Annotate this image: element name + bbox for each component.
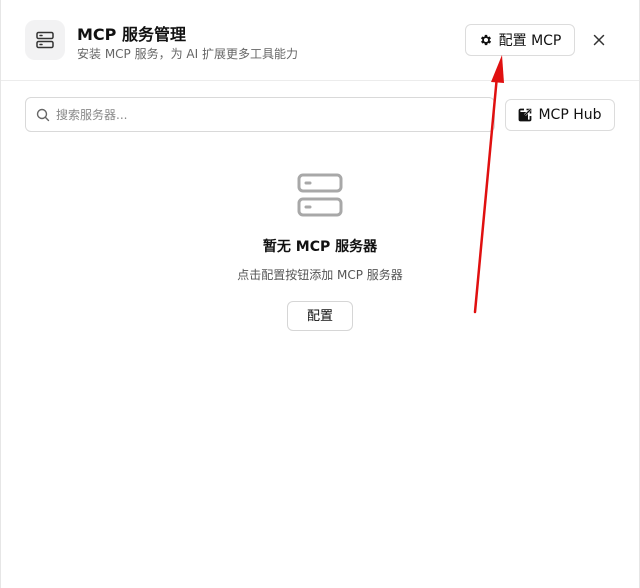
server-icon <box>297 173 343 217</box>
config-mcp-button[interactable]: 配置 MCP <box>465 24 575 56</box>
close-icon <box>593 34 605 46</box>
empty-state-title: 暂无 MCP 服务器 <box>262 239 378 255</box>
search-icon <box>36 108 50 122</box>
search-input[interactable] <box>56 98 486 131</box>
empty-state: 暂无 MCP 服务器 点击配置按钮添加 MCP 服务器 配置 <box>1 172 639 331</box>
empty-state-description: 点击配置按钮添加 MCP 服务器 <box>237 268 403 282</box>
close-button[interactable] <box>587 28 611 52</box>
mcp-hub-button-label: MCP Hub <box>538 107 602 123</box>
gear-icon <box>480 34 491 46</box>
dialog-title: MCP 服务管理 <box>77 25 186 44</box>
header-icon-container <box>25 20 65 60</box>
mcp-hub-button[interactable]: MCP Hub <box>505 99 615 131</box>
dialog-subtitle: 安装 MCP 服务，为 AI 扩展更多工具能力 <box>77 47 298 61</box>
empty-config-button[interactable]: 配置 <box>287 301 353 331</box>
server-icon <box>36 31 54 49</box>
search-box <box>25 97 495 132</box>
external-link-icon <box>519 108 532 122</box>
dialog-header: MCP 服务管理 安装 MCP 服务，为 AI 扩展更多工具能力 配置 MCP <box>1 0 639 81</box>
mcp-dialog: MCP 服务管理 安装 MCP 服务，为 AI 扩展更多工具能力 配置 MCP <box>0 0 640 588</box>
config-mcp-button-label: 配置 MCP <box>498 33 562 49</box>
